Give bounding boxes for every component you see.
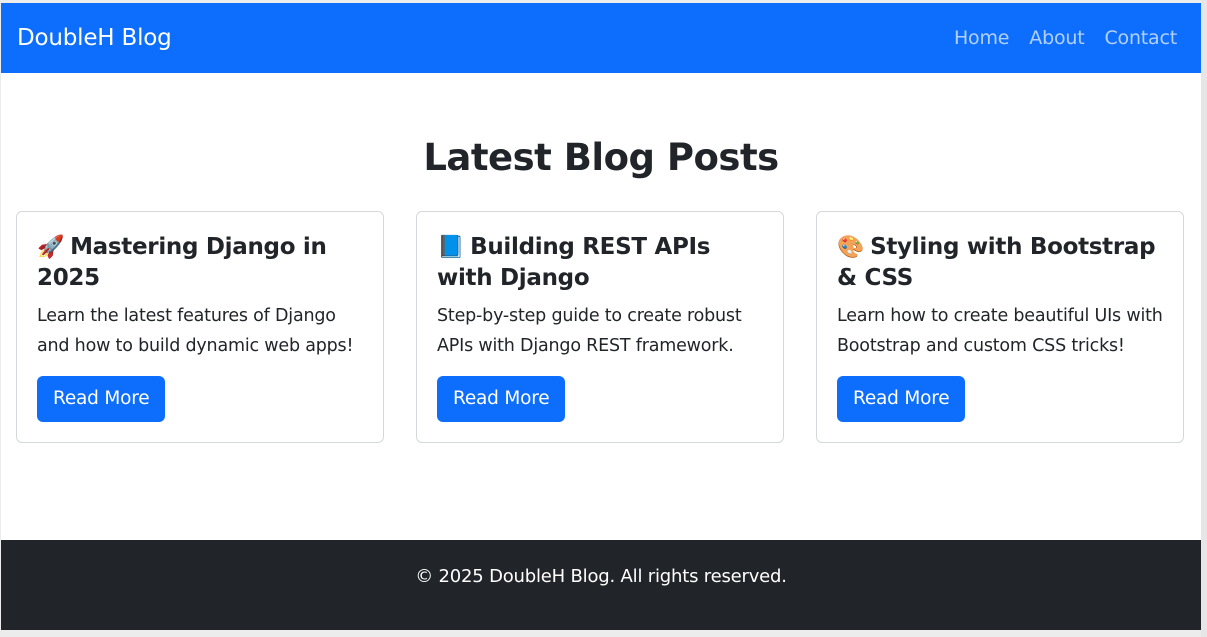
post-title: 🎨 Styling with Bootstrap & CSS [837, 232, 1163, 293]
page: DoubleH Blog Home About Contact Latest B… [1, 3, 1201, 630]
page-title: Latest Blog Posts [423, 136, 779, 179]
brand-link[interactable]: DoubleH Blog [17, 23, 172, 53]
footer: © 2025 DoubleH Blog. All rights reserved… [1, 540, 1201, 630]
post-title: 📘 Building REST APIs with Django [437, 232, 763, 293]
blue-book-icon: 📘 [437, 235, 465, 260]
footer-copyright: © 2025 DoubleH Blog. All rights reserved… [415, 566, 787, 587]
post-card-bootstrap: 🎨 Styling with Bootstrap & CSS Learn how … [816, 211, 1184, 443]
rocket-icon: 🚀 [37, 235, 65, 260]
nav-link-home[interactable]: Home [954, 25, 1010, 51]
post-title-text: Styling with Bootstrap & CSS [837, 234, 1156, 291]
post-excerpt: Learn the latest features of Django and … [37, 306, 354, 356]
read-more-button[interactable]: Read More [437, 376, 566, 422]
read-more-button[interactable]: Read More [37, 376, 166, 422]
post-title-text: Mastering Django in 2025 [37, 234, 327, 291]
nav-link-about[interactable]: About [1029, 25, 1084, 51]
post-excerpt: Learn how to create beautiful UIs with B… [837, 306, 1163, 356]
post-excerpt: Step-by-step guide to create robust APIs… [437, 306, 742, 356]
palette-icon: 🎨 [837, 235, 865, 260]
post-title-text: Building REST APIs with Django [437, 234, 711, 291]
nav-link-contact[interactable]: Contact [1104, 25, 1177, 51]
post-title: 🚀 Mastering Django in 2025 [37, 232, 363, 293]
post-card-rest-apis: 📘 Building REST APIs with Django Step-by-… [416, 211, 784, 443]
post-card-django: 🚀 Mastering Django in 2025 Learn the late… [16, 211, 384, 443]
navbar: DoubleH Blog Home About Contact [1, 3, 1201, 73]
nav-links: Home About Contact [954, 25, 1177, 51]
read-more-button[interactable]: Read More [837, 376, 966, 422]
scrollbar[interactable] [1201, 0, 1207, 637]
